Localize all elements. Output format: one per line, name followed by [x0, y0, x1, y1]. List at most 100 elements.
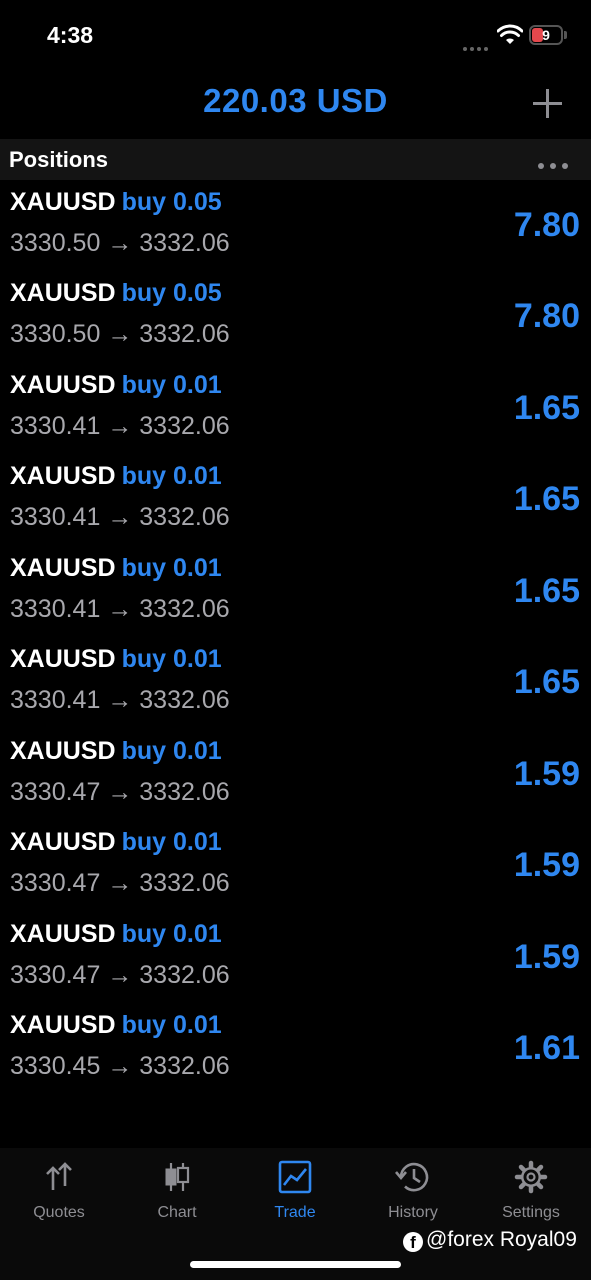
positions-title: Positions: [9, 147, 109, 172]
position-profit: 1.61: [513, 1029, 580, 1067]
position-volume: 0.01: [172, 919, 222, 948]
position-title: XAUUSD buy 0.01: [10, 645, 222, 674]
position-side-volume: buy 0.01: [122, 920, 222, 948]
position-side-volume: buy 0.05: [122, 279, 222, 307]
position-row[interactable]: XAUUSD buy 0.01 3330.47 → 3332.06 1.59: [0, 821, 591, 913]
quotes-icon: [46, 1162, 72, 1190]
position-title: XAUUSD buy 0.05: [10, 279, 222, 308]
wifi-icon: [497, 24, 523, 44]
position-row[interactable]: XAUUSDbuy 0.05 3330.50 → 3332.06 7.80: [0, 181, 591, 273]
cellular-signal-icon: [463, 38, 491, 51]
add-icon[interactable]: [531, 87, 564, 120]
position-side-volume: buy 0.01: [122, 828, 222, 856]
position-volume: 0.05: [172, 187, 222, 216]
position-side: buy: [121, 187, 167, 216]
position-prices: 3330.41 → 3332.06: [10, 411, 230, 440]
position-side: buy: [121, 370, 167, 399]
tab-chart[interactable]: Chart: [118, 1160, 236, 1222]
position-side-volume: buy 0.01: [122, 462, 222, 490]
positions-header: Positions: [0, 139, 591, 180]
tab-quotes[interactable]: Quotes: [0, 1160, 118, 1222]
position-profit: 1.65: [513, 388, 580, 427]
position-row[interactable]: XAUUSD buy 0.01 3330.41 → 3332.06 1.65: [0, 455, 591, 547]
position-row[interactable]: XAUUSDbuy 0.05 3330.50 → 3332.06 7.80: [0, 272, 591, 364]
watermark-text: @forex Royal09: [426, 1228, 577, 1251]
more-options-icon[interactable]: [538, 156, 574, 174]
status-time: 4:38: [47, 22, 94, 48]
watermark: f @forex Royal09: [403, 1228, 577, 1252]
position-prices: 3330.47 → 3332.06: [10, 960, 230, 989]
position-row[interactable]: XAUUSD buy 0.01 3330.45 → 3332.06 1.61: [0, 1004, 591, 1096]
position-symbol: XAUUSD: [10, 279, 116, 307]
position-symbol: XAUUSD: [10, 462, 116, 490]
tab-settings[interactable]: Settings: [472, 1160, 590, 1222]
position-side-volume: buy 0.01: [122, 645, 222, 673]
position-volume: 0.01: [172, 462, 222, 490]
position-side: buy: [121, 553, 167, 582]
battery-level: 9: [542, 27, 550, 43]
position-symbol: XAUUSD: [10, 736, 116, 765]
position-profit: 1.59: [513, 754, 580, 793]
position-side-volume: buy 0.01: [122, 371, 222, 399]
facebook-icon: f: [403, 1232, 423, 1252]
position-title: XAUUSD buy 0.05: [10, 188, 222, 217]
position-profit: 1.65: [513, 663, 580, 701]
position-side: buy: [121, 828, 167, 856]
position-side-volume: buy 0.01: [122, 1011, 222, 1039]
position-profit: 1.65: [513, 480, 580, 518]
home-indicator[interactable]: [190, 1261, 401, 1268]
position-side: buy: [121, 1011, 167, 1039]
position-volume: 0.01: [172, 645, 222, 673]
tab-label: Chart: [157, 1204, 197, 1221]
position-prices: 3330.41 → 3332.06: [10, 503, 230, 531]
position-profit: 1.65: [513, 571, 580, 610]
position-volume: 0.01: [172, 828, 222, 856]
battery-tip: [564, 31, 567, 39]
position-title: XAUUSD buy 0.01: [10, 1011, 222, 1040]
position-title: XAUUSD buy 0.01: [10, 554, 222, 583]
position-prices: 3330.47 → 3332.06: [10, 777, 230, 806]
position-symbol: XAUUSD: [10, 553, 116, 582]
tab-label: Trade: [274, 1204, 316, 1221]
trade-icon: [278, 1160, 312, 1194]
position-title: XAUUSD buy 0.01: [10, 920, 222, 949]
position-prices: 3330.41 → 3332.06: [10, 686, 230, 714]
position-side: buy: [121, 736, 167, 765]
position-side-volume: buy 0.05: [122, 188, 222, 216]
position-side: buy: [121, 645, 167, 673]
position-row[interactable]: XAUUSD buy 0.01 3330.41 → 3332.06 1.65: [0, 638, 591, 730]
position-profit: 1.59: [513, 846, 580, 884]
position-symbol: XAUUSD: [10, 919, 116, 948]
position-row[interactable]: XAUUSD buy 0.01 3330.41 → 3332.06 1.65: [0, 364, 591, 456]
position-side-volume: buy 0.01: [122, 554, 222, 582]
position-row[interactable]: XAUUSD buy 0.01 3330.47 → 3332.06 1.59: [0, 730, 591, 822]
position-side: buy: [121, 462, 167, 490]
position-profit: 7.80: [513, 297, 580, 335]
tab-trade[interactable]: Trade: [236, 1160, 354, 1222]
position-title: XAUUSD buy 0.01: [10, 737, 222, 766]
tab-label: Settings: [502, 1204, 560, 1221]
position-title: XAUUSD buy 0.01: [10, 828, 222, 857]
position-prices: 3330.41 → 3332.06: [10, 594, 230, 623]
position-symbol: XAUUSD: [10, 187, 116, 216]
position-volume: 0.01: [172, 1011, 222, 1039]
chart-icon: [165, 1163, 190, 1191]
position-profit: 7.80: [513, 205, 580, 244]
position-title: XAUUSD buy 0.01: [10, 371, 222, 400]
position-symbol: XAUUSD: [10, 828, 116, 856]
position-prices: 3330.45 → 3332.06: [10, 1052, 230, 1080]
positions-list[interactable]: XAUUSD buy 0.05 3330.50 → 3332.06 7.80 XAUUS…: [0, 180, 591, 1148]
position-symbol: XAUUSD: [10, 370, 116, 399]
position-row[interactable]: XAUUSD buy 0.01 3330.47 → 3332.06 1.59: [0, 913, 591, 1005]
position-prices: 3330.47 → 3332.06: [10, 869, 230, 897]
status-bar: 4:38 9: [0, 0, 591, 70]
tab-history[interactable]: History: [354, 1160, 472, 1222]
history-icon: [395, 1162, 429, 1192]
position-prices: 3330.50 → 3332.06: [10, 228, 230, 257]
position-profit: 1.59: [513, 937, 580, 976]
position-row[interactable]: XAUUSD buy 0.01 3330.41 → 3332.06 1.65: [0, 547, 591, 639]
position-symbol: XAUUSD: [10, 645, 116, 673]
settings-icon: [514, 1160, 548, 1194]
tab-label: Quotes: [33, 1204, 85, 1221]
battery-icon: 9: [529, 25, 563, 45]
